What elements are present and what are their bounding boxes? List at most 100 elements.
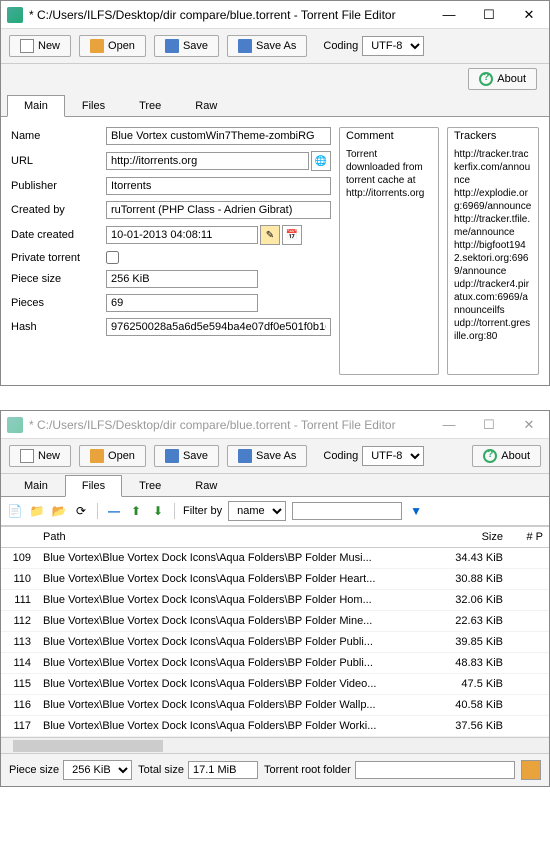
saveas-icon [238, 449, 252, 463]
open-folder-icon[interactable]: 📂 [51, 503, 67, 519]
col-path[interactable]: Path [37, 527, 429, 547]
encoding-select[interactable]: UTF-8 [362, 446, 424, 466]
name-label: Name [11, 130, 106, 142]
pieces-label: Pieces [11, 297, 106, 309]
minimize-button[interactable]: — [429, 1, 469, 29]
about-row: About [1, 64, 549, 94]
piecesize-input[interactable] [106, 270, 258, 288]
row-size: 37.56 KiB [429, 716, 509, 736]
trackers-panel: Trackers http://tracker.trackerfix.com/a… [447, 127, 539, 375]
table-row[interactable]: 109Blue Vortex\Blue Vortex Dock Icons\Aq… [1, 548, 549, 569]
tab-main[interactable]: Main [7, 95, 65, 117]
trackers-list[interactable]: http://tracker.trackerfix.com/announce h… [448, 144, 538, 374]
row-number: 117 [1, 716, 37, 736]
open-button[interactable]: Open [79, 445, 146, 467]
toolbar: New Open Save Save As Coding UTF-8 About [1, 439, 549, 474]
createdby-input[interactable] [106, 201, 331, 219]
row-number: 114 [1, 653, 37, 673]
status-piecesize-select[interactable]: 256 KiB [63, 760, 132, 780]
filter-apply-icon[interactable]: ▼ [408, 503, 424, 519]
titlebar: * C:/Users/ILFS/Desktop/dir compare/blue… [1, 411, 549, 439]
row-size: 30.88 KiB [429, 569, 509, 589]
minimize-button[interactable]: — [429, 411, 469, 439]
comment-label: Comment [340, 128, 438, 144]
date-pick-icon[interactable]: 📅 [282, 225, 302, 245]
about-button[interactable]: About [472, 445, 541, 467]
url-input[interactable] [106, 152, 309, 170]
table-row[interactable]: 111Blue Vortex\Blue Vortex Dock Icons\Aq… [1, 590, 549, 611]
row-number: 112 [1, 611, 37, 631]
saveas-button[interactable]: Save As [227, 445, 307, 467]
filterby-label: Filter by [183, 505, 222, 517]
row-path: Blue Vortex\Blue Vortex Dock Icons\Aqua … [37, 695, 429, 715]
tab-tree[interactable]: Tree [122, 475, 178, 497]
window-title: * C:/Users/ILFS/Desktop/dir compare/blue… [29, 8, 429, 22]
comment-textarea[interactable]: Torrent downloaded from torrent cache at… [340, 144, 438, 230]
maximize-button[interactable]: ☐ [469, 411, 509, 439]
row-number: 111 [1, 590, 37, 610]
table-row[interactable]: 116Blue Vortex\Blue Vortex Dock Icons\Aq… [1, 695, 549, 716]
tab-files[interactable]: Files [65, 95, 122, 117]
status-root-input[interactable] [355, 761, 515, 779]
row-path: Blue Vortex\Blue Vortex Dock Icons\Aqua … [37, 590, 429, 610]
private-label: Private torrent [11, 252, 106, 264]
open-icon [90, 39, 104, 53]
url-label: URL [11, 155, 106, 167]
new-button[interactable]: New [9, 445, 71, 467]
row-number: 113 [1, 632, 37, 652]
horizontal-scrollbar[interactable] [1, 737, 549, 753]
files-table: Path Size # P 109Blue Vortex\Blue Vortex… [1, 526, 549, 753]
filter-field-select[interactable]: name [228, 501, 286, 521]
save-button[interactable]: Save [154, 445, 219, 467]
maximize-button[interactable]: ☐ [469, 1, 509, 29]
move-up-icon[interactable]: ⬆ [128, 503, 144, 519]
date-label: Date created [11, 229, 106, 241]
add-folder-icon[interactable]: 📁 [29, 503, 45, 519]
private-checkbox[interactable] [106, 251, 119, 264]
fields-column: Name URL🌐 Publisher Created by Date crea… [11, 127, 331, 375]
close-button[interactable]: ✕ [509, 1, 549, 29]
name-input[interactable] [106, 127, 331, 145]
table-row[interactable]: 113Blue Vortex\Blue Vortex Dock Icons\Aq… [1, 632, 549, 653]
row-number: 110 [1, 569, 37, 589]
window-files: * C:/Users/ILFS/Desktop/dir compare/blue… [0, 410, 550, 787]
date-input[interactable] [106, 226, 258, 244]
pieces-input[interactable] [106, 294, 258, 312]
table-row[interactable]: 117Blue Vortex\Blue Vortex Dock Icons\Aq… [1, 716, 549, 737]
saveas-button[interactable]: Save As [227, 35, 307, 57]
save-button[interactable]: Save [154, 35, 219, 57]
add-file-icon[interactable]: 📄 [7, 503, 23, 519]
tab-main[interactable]: Main [7, 475, 65, 497]
tab-raw[interactable]: Raw [178, 95, 234, 117]
tab-tree[interactable]: Tree [122, 95, 178, 117]
remove-icon[interactable]: — [106, 503, 122, 519]
open-button[interactable]: Open [79, 35, 146, 57]
root-browse-icon[interactable] [521, 760, 541, 780]
encoding-select[interactable]: UTF-8 [362, 36, 424, 56]
col-size[interactable]: Size [429, 527, 509, 547]
publisher-input[interactable] [106, 177, 331, 195]
save-icon [165, 449, 179, 463]
row-path: Blue Vortex\Blue Vortex Dock Icons\Aqua … [37, 632, 429, 652]
filter-input[interactable] [292, 502, 402, 520]
move-down-icon[interactable]: ⬇ [150, 503, 166, 519]
table-row[interactable]: 110Blue Vortex\Blue Vortex Dock Icons\Aq… [1, 569, 549, 590]
about-button[interactable]: About [468, 68, 537, 90]
row-path: Blue Vortex\Blue Vortex Dock Icons\Aqua … [37, 569, 429, 589]
close-button[interactable]: ✕ [509, 411, 549, 439]
table-row[interactable]: 112Blue Vortex\Blue Vortex Dock Icons\Aq… [1, 611, 549, 632]
reload-icon[interactable]: ⟳ [73, 503, 89, 519]
table-row[interactable]: 115Blue Vortex\Blue Vortex Dock Icons\Aq… [1, 674, 549, 695]
row-path: Blue Vortex\Blue Vortex Dock Icons\Aqua … [37, 611, 429, 631]
hash-input[interactable] [106, 318, 331, 336]
new-button[interactable]: New [9, 35, 71, 57]
tab-files[interactable]: Files [65, 475, 122, 497]
row-number: 109 [1, 548, 37, 568]
col-pieces[interactable]: # P [509, 527, 549, 547]
save-icon [165, 39, 179, 53]
status-totalsize [188, 761, 258, 779]
tab-raw[interactable]: Raw [178, 475, 234, 497]
date-clear-icon[interactable]: ✎ [260, 225, 280, 245]
table-row[interactable]: 114Blue Vortex\Blue Vortex Dock Icons\Aq… [1, 653, 549, 674]
url-browse-icon[interactable]: 🌐 [311, 151, 331, 171]
